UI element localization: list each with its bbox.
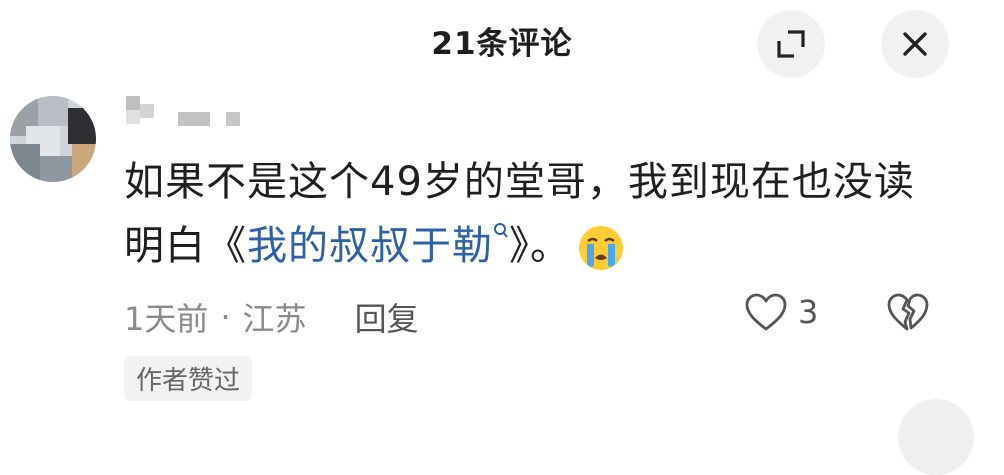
partial-button[interactable] <box>898 399 974 475</box>
like-count: 3 <box>798 293 819 331</box>
page-title: 21条评论 <box>431 26 573 62</box>
comment-text: 如果不是这个49岁的堂哥，我到现在也没读明白《我的叔叔于勒 》。 <box>124 150 944 278</box>
comment-meta: 1天前 · 江苏 回复 <box>124 294 419 340</box>
avatar-image <box>10 96 96 182</box>
username-blurred[interactable] <box>126 96 256 130</box>
broken-heart-icon <box>887 293 929 331</box>
comment-end: 。 <box>530 223 571 269</box>
book-link-text[interactable]: 我的叔叔于勒 <box>247 223 493 269</box>
close-button[interactable] <box>881 10 949 78</box>
dislike-button[interactable] <box>886 292 930 336</box>
reply-button[interactable]: 回复 <box>355 294 419 340</box>
book-close-quote: 》 <box>509 223 530 269</box>
expand-button[interactable] <box>757 10 825 78</box>
avatar[interactable] <box>10 96 96 182</box>
book-open-quote: 《 <box>206 223 247 269</box>
crying-face-icon <box>579 226 623 270</box>
like-button[interactable]: 3 <box>744 292 818 332</box>
close-icon <box>903 32 927 56</box>
comment-time: 1天前 <box>124 300 209 338</box>
heart-icon <box>745 293 787 331</box>
comment-location: 江苏 <box>242 300 307 338</box>
blurred-name <box>126 96 240 126</box>
author-liked-badge: 作者赞过 <box>124 356 253 401</box>
book-link[interactable]: 我的叔叔于勒 <box>247 223 509 269</box>
search-icon <box>494 223 508 238</box>
expand-icon <box>777 30 805 58</box>
meta-separator: · <box>220 298 231 336</box>
